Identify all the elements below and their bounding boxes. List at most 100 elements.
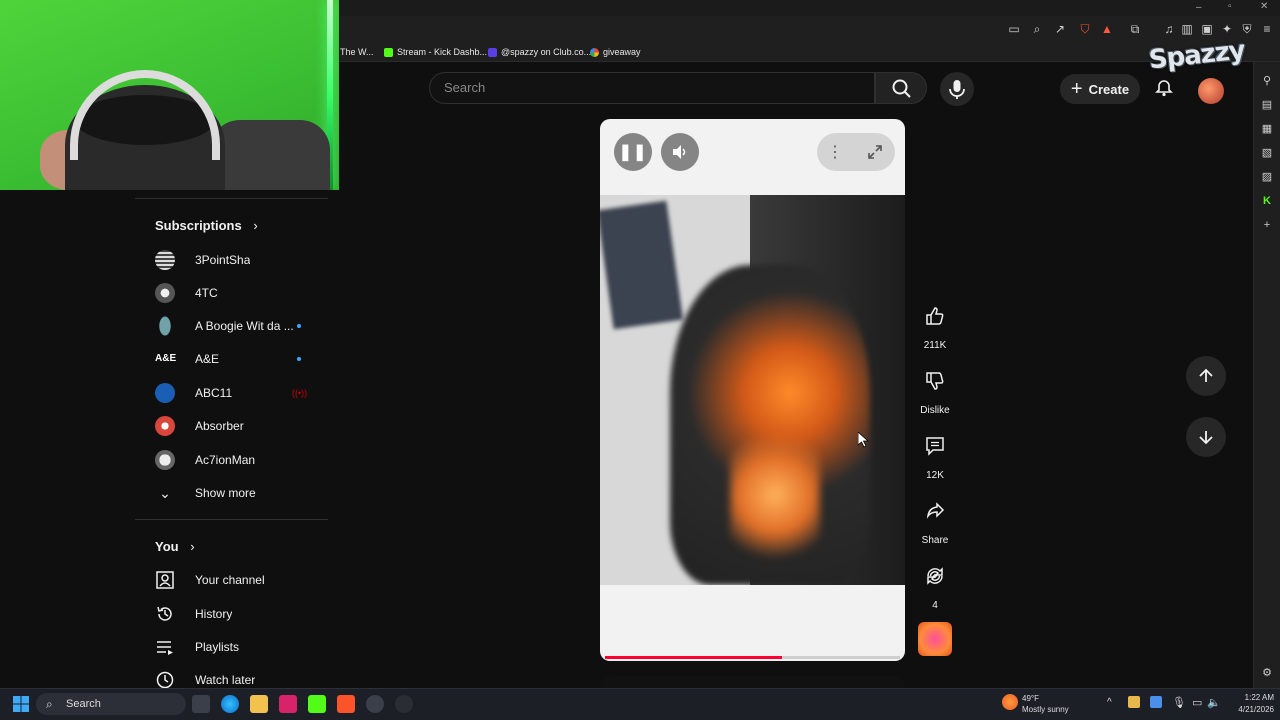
menu-icon[interactable]: ≡	[1258, 20, 1276, 38]
sidebar-item-playlists[interactable]: Playlists	[135, 630, 328, 663]
dislike-action[interactable]: Dislike	[915, 361, 955, 416]
sidebar-item-history[interactable]: History	[135, 597, 328, 630]
previous-short-button[interactable]	[1186, 356, 1226, 396]
webcam-overlay	[0, 0, 339, 190]
sidebar-item-channel[interactable]: A&E A&E	[135, 342, 328, 375]
like-button[interactable]	[915, 296, 955, 336]
bookmarks-icon[interactable]: ▦	[1260, 122, 1274, 136]
cast-icon[interactable]: ▭	[1005, 20, 1023, 38]
tray-app-icon[interactable]	[1128, 696, 1140, 708]
brave-browser-icon[interactable]	[337, 695, 355, 713]
wallet-icon[interactable]: ▣	[1198, 20, 1216, 38]
edge-icon[interactable]	[221, 695, 239, 713]
search-input[interactable]: Search	[429, 72, 875, 104]
progress-bar[interactable]	[605, 656, 900, 659]
speaker-icon[interactable]: 🔈	[1207, 696, 1221, 709]
microphone-icon	[949, 80, 965, 99]
reading-list-icon[interactable]: ▤	[1260, 98, 1274, 112]
extensions-icon[interactable]: ⧉	[1126, 20, 1144, 38]
kick-app-icon[interactable]	[308, 695, 326, 713]
microphone-tray-icon[interactable]: 🎙	[1172, 696, 1186, 709]
share-page-icon[interactable]: ↗	[1051, 20, 1069, 38]
dislike-button[interactable]	[915, 361, 955, 401]
sidebar-item-channel[interactable]: Absorber	[135, 409, 328, 442]
network-icon[interactable]: ▭	[1192, 696, 1202, 709]
subscriptions-heading[interactable]: Subscriptions ›	[155, 218, 258, 233]
brave-rewards-icon[interactable]: ▲	[1098, 20, 1116, 38]
close-window-icon[interactable]: ✕	[1260, 1, 1268, 12]
system-clock[interactable]: 1:22 AM 4/21/2026	[1222, 692, 1274, 718]
notes-icon[interactable]: ▨	[1260, 170, 1274, 184]
fullscreen-button[interactable]	[856, 133, 894, 171]
bookmark-item[interactable]: The W...	[340, 45, 374, 59]
channel-name: A Boogie Wit da ...	[195, 318, 294, 333]
you-heading[interactable]: You ›	[155, 539, 195, 554]
channel-avatar	[155, 382, 175, 403]
thumbs-up-icon	[926, 307, 944, 325]
bookmark-item[interactable]: Stream - Kick Dashb...	[384, 45, 487, 59]
taskbar-search[interactable]: ⌕ Search	[36, 693, 186, 715]
shorts-video-player[interactable]: ❚❚ ⋮	[600, 119, 905, 661]
club-icon	[488, 47, 497, 57]
show-more-button[interactable]: ⌄ Show more	[135, 476, 328, 509]
nav-label: History	[195, 606, 233, 621]
channel-name: 3PointSha	[195, 252, 251, 267]
sidebar-item-channel[interactable]: ABC11 ((•))	[135, 376, 328, 409]
minimize-icon[interactable]: –	[1196, 2, 1202, 13]
more-options-button[interactable]: ⋮	[816, 133, 854, 171]
bookmark-item[interactable]: @spazzy on Club.co...	[488, 45, 591, 59]
next-short-preview[interactable]	[600, 676, 905, 688]
task-view-icon[interactable]	[192, 695, 210, 713]
channel-avatar	[155, 415, 175, 436]
sidebar-item-channel[interactable]: Ac7ionMan	[135, 443, 328, 476]
voice-search-button[interactable]	[940, 72, 974, 106]
next-short-button[interactable]	[1186, 417, 1226, 457]
pin-icon[interactable]: ⚲	[1260, 74, 1274, 88]
windows-start-icon[interactable]	[12, 695, 30, 713]
create-button[interactable]: + Create	[1060, 74, 1140, 104]
settings-icon[interactable]: ⚙	[1260, 666, 1274, 680]
sidebar-item-channel[interactable]: 3PointSha	[135, 243, 328, 276]
comment-count: 12K	[926, 470, 944, 481]
search-button[interactable]	[875, 72, 927, 104]
obs-icon[interactable]	[366, 695, 384, 713]
comments-action[interactable]: 12K	[915, 426, 955, 481]
add-panel-icon[interactable]: +	[1260, 218, 1274, 232]
tray-app-icon[interactable]	[1150, 696, 1162, 708]
channel-name: ABC11	[195, 385, 233, 400]
sidebar-item-channel[interactable]: A Boogie Wit da ...	[135, 309, 328, 342]
like-action[interactable]: 211K	[915, 296, 955, 351]
nav-label: Playlists	[195, 639, 240, 654]
history-panel-icon[interactable]: ▧	[1260, 146, 1274, 160]
app-icon[interactable]	[395, 695, 413, 713]
leo-icon[interactable]: ✦	[1218, 20, 1236, 38]
thumbs-down-icon	[926, 372, 944, 390]
sidebar-toggle-icon[interactable]: ▥	[1178, 20, 1196, 38]
remix-action[interactable]: 4	[915, 556, 955, 611]
chevron-up-icon[interactable]: ^	[1107, 697, 1112, 708]
pause-button[interactable]: ❚❚	[614, 133, 652, 171]
media-icon[interactable]: ♫	[1160, 20, 1178, 38]
weather-widget[interactable]: 49°F Mostly sunny	[1002, 692, 1092, 718]
kick-icon	[384, 47, 393, 57]
restore-icon[interactable]: ▫	[1228, 1, 1232, 12]
video-frame[interactable]	[600, 195, 905, 585]
you-title: You	[155, 539, 179, 554]
sidebar-item-your-channel[interactable]: Your channel	[135, 563, 328, 596]
zoom-icon[interactable]: ⌕	[1028, 20, 1046, 38]
file-explorer-icon[interactable]	[250, 695, 268, 713]
kick-panel-icon[interactable]: K	[1260, 194, 1274, 208]
comments-button[interactable]	[915, 426, 955, 466]
share-action[interactable]: Share	[915, 491, 955, 546]
remix-button[interactable]	[915, 556, 955, 596]
bookmark-item[interactable]: giveaway	[590, 45, 641, 59]
share-button[interactable]	[915, 491, 955, 531]
sidebar-item-channel[interactable]: 4TC	[135, 276, 328, 309]
sound-thumbnail[interactable]	[918, 622, 952, 656]
channel-avatar	[155, 315, 175, 336]
video-object	[600, 200, 684, 330]
app-icon[interactable]	[279, 695, 297, 713]
volume-button[interactable]	[661, 133, 699, 171]
brave-shields-icon[interactable]: ⛉	[1076, 20, 1094, 38]
plus-icon: +	[1070, 78, 1083, 100]
